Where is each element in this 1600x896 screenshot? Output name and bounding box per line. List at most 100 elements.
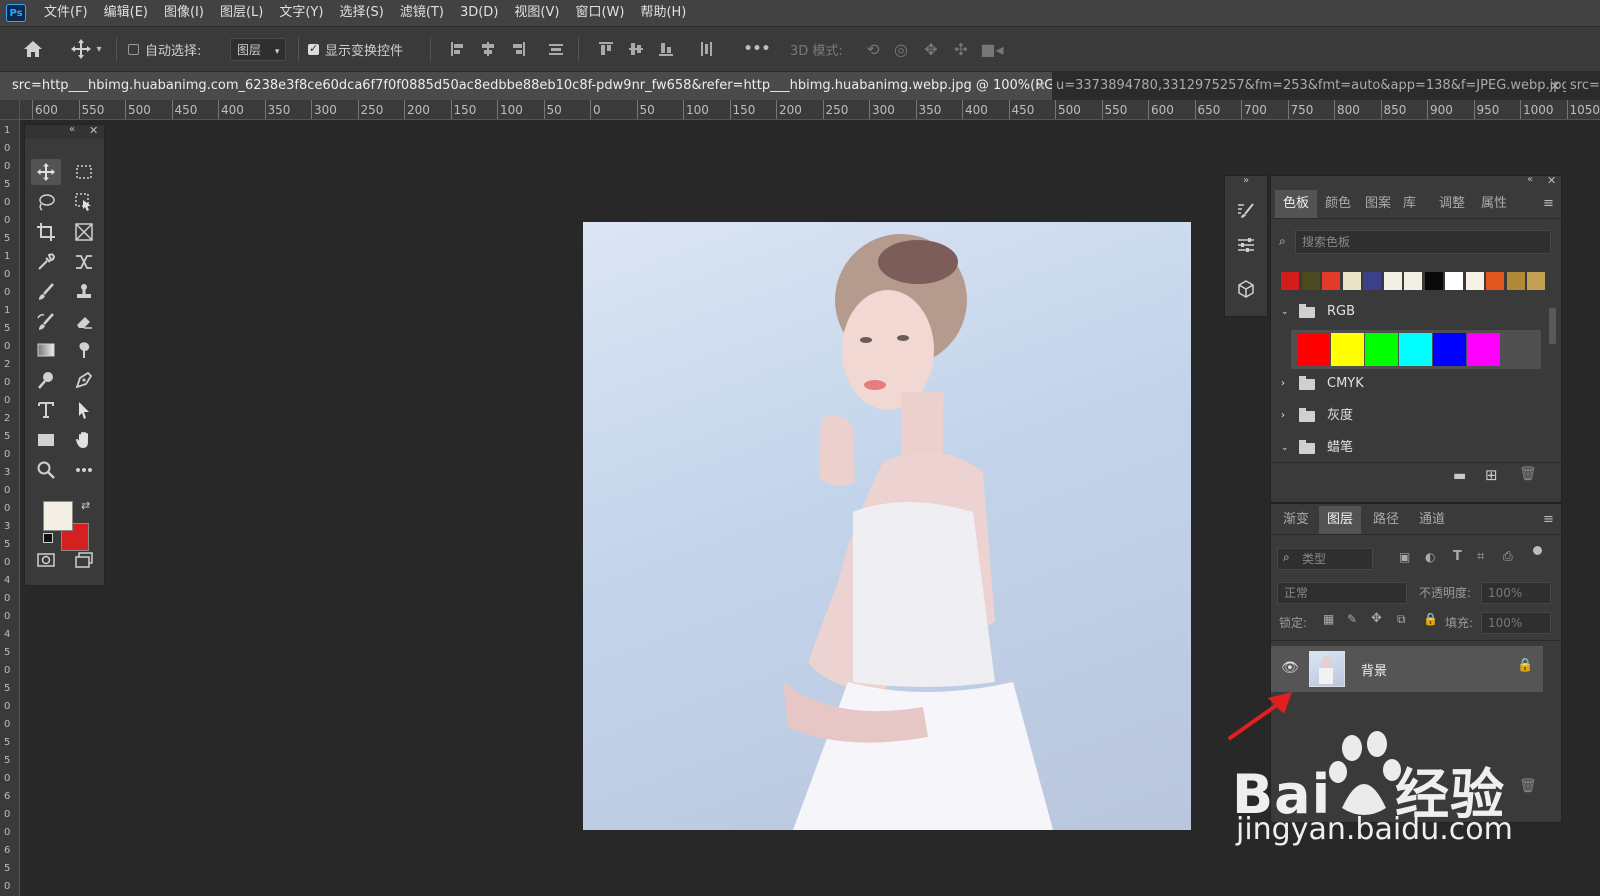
collapse-icon[interactable]: « [69,124,75,135]
foreground-color-swatch[interactable] [43,501,73,531]
vertical-ruler[interactable]: 1005005100150200250300350400450500550600… [0,120,20,896]
lock-all-icon[interactable]: 🔒 [1423,612,1438,626]
recent-swatch[interactable] [1465,272,1484,290]
panel-menu-icon[interactable]: ≡ [1543,196,1554,211]
quick-mask-icon[interactable] [31,547,61,573]
content-aware-move-icon[interactable] [69,249,99,275]
rgb-swatch[interactable] [1297,333,1330,366]
3d-camera-icon[interactable]: ■◂ [978,27,1006,71]
swatch-group-grayscale[interactable]: › 灰度 [1281,402,1353,430]
more-options-icon[interactable]: ••• [742,27,772,71]
swatch-search-input[interactable]: 搜索色板 [1295,230,1551,254]
swatch-group-rgb[interactable]: ⌄ RGB [1281,298,1355,326]
auto-select-target-dropdown[interactable]: 图层 ▾ [230,27,287,71]
screen-mode-icon[interactable] [69,547,99,573]
auto-select-option[interactable]: 自动选择: [128,27,201,71]
rgb-swatch[interactable] [1331,333,1364,366]
more-tools-icon[interactable] [69,457,99,483]
gradient-tool-icon[interactable] [31,337,61,363]
tab-layers[interactable]: 图层 [1319,506,1362,534]
menu-select[interactable]: 选择(S) [331,0,391,26]
recent-swatch[interactable] [1301,272,1320,290]
lock-image-icon[interactable]: ✎ [1347,612,1357,626]
marquee-tool-icon[interactable] [69,159,99,185]
zoom-tool-icon[interactable] [31,457,61,483]
recent-swatch[interactable] [1424,272,1443,290]
lock-artboard-icon[interactable]: ⧉ [1397,612,1406,627]
3d-orbit-icon[interactable]: ⟲ [860,27,886,71]
new-group-folder-icon[interactable]: ▬ [1453,468,1466,484]
canvas-image[interactable] [583,222,1191,830]
hand-tool-icon[interactable] [69,427,99,453]
dodge-tool-icon[interactable] [31,367,61,393]
filter-type-icon[interactable]: T [1453,549,1462,564]
align-right-icon[interactable] [506,27,530,71]
blend-mode-dropdown[interactable]: 正常 [1277,582,1407,604]
tab-swatches[interactable]: 色板 [1275,190,1318,218]
show-transform-option[interactable]: 显示变换控件 [308,27,403,71]
tab-adjustments[interactable]: 调整 [1431,190,1473,218]
expand-icon[interactable]: » [1243,175,1249,186]
home-icon[interactable] [18,27,48,71]
menu-filter[interactable]: 滤镜(T) [392,0,452,26]
recent-swatch[interactable] [1342,272,1361,290]
brush-tool-icon[interactable] [31,279,61,305]
menu-image[interactable]: 图像(I) [156,0,212,26]
recent-swatch[interactable] [1486,272,1504,290]
close-icon[interactable]: ✕ [89,124,98,137]
eyedropper-tool-icon[interactable] [31,249,61,275]
layer-row[interactable]: 👁 背景 🔒 [1271,646,1543,692]
menu-file[interactable]: 文件(F) [36,0,96,26]
layer-filter-dropdown[interactable]: 类型 [1277,548,1373,570]
delete-swatch-icon[interactable]: 🗑 [1519,466,1537,482]
history-brush-tool-icon[interactable] [31,309,61,335]
filter-pixel-icon[interactable]: ▣ [1399,550,1410,564]
swatch-scrollbar[interactable] [1547,298,1557,458]
3d-pan-icon[interactable]: ✥ [918,27,944,71]
show-transform-checkbox[interactable] [308,42,319,55]
menu-3d[interactable]: 3D(D) [452,0,506,26]
3d-cube-icon[interactable] [1231,276,1261,302]
delete-layer-icon[interactable]: 🗑 [1519,778,1537,794]
recent-swatch[interactable] [1322,272,1340,290]
filter-toggle-icon[interactable] [1533,546,1542,555]
3d-slide-icon[interactable]: ✣ [948,27,974,71]
rectangle-tool-icon[interactable] [31,427,61,453]
eye-icon[interactable]: 👁 [1281,660,1299,676]
tab-paths[interactable]: 路径 [1365,506,1407,534]
3d-roll-icon[interactable]: ◎ [888,27,914,71]
distribute-vertical-icon[interactable] [694,27,718,71]
swatch-group-pastel[interactable]: ⌄ 蜡笔 [1281,434,1353,462]
align-top-icon[interactable] [594,27,618,71]
clone-stamp-tool-icon[interactable] [69,279,99,305]
auto-select-checkbox[interactable] [128,43,139,55]
opacity-input[interactable]: 100% [1481,582,1551,604]
tab-libraries[interactable]: 库 [1395,190,1424,218]
tab-color[interactable]: 颜色 [1317,190,1359,218]
tab-channels[interactable]: 通道 [1411,506,1453,534]
menu-window[interactable]: 窗口(W) [567,0,632,26]
rgb-swatch[interactable] [1399,333,1432,366]
path-selection-tool-icon[interactable] [69,397,99,423]
lock-position-icon[interactable]: ✥ [1371,611,1382,626]
align-horizontal-center-icon[interactable] [476,27,500,71]
swap-colors-icon[interactable]: ⇄ [81,499,90,512]
crop-tool-icon[interactable] [31,219,61,245]
document-tab[interactable]: src= [1558,72,1600,100]
recent-swatch[interactable] [1383,272,1402,290]
menu-layer[interactable]: 图层(L) [212,0,271,26]
object-selection-tool-icon[interactable] [69,189,99,215]
recent-swatch[interactable] [1363,272,1381,290]
recent-swatch[interactable] [1506,272,1525,290]
recent-swatch[interactable] [1527,272,1545,290]
rgb-swatch[interactable] [1433,333,1466,366]
recent-swatch[interactable] [1404,272,1422,290]
horizontal-ruler[interactable]: 600 550 500 450 400 350 300 250 200 150 100 50 0 50 10… [20,100,1600,120]
brush-settings-icon[interactable] [1231,198,1261,224]
adjustments-icon[interactable] [1231,232,1261,258]
lock-icon[interactable]: 🔒 [1517,658,1533,673]
menu-view[interactable]: 视图(V) [506,0,567,26]
swatch-group-cmyk[interactable]: › CMYK [1281,370,1364,398]
type-tool-icon[interactable] [31,397,61,423]
filter-shape-icon[interactable]: ⌗ [1477,549,1484,564]
